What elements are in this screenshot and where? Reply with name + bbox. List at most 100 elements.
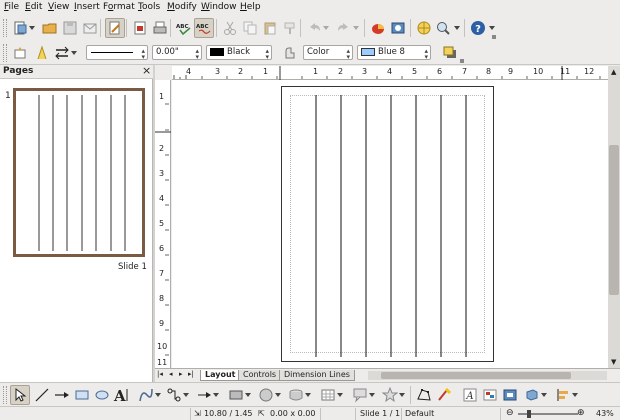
styles-icon[interactable] — [10, 43, 30, 63]
paste-icon[interactable] — [260, 18, 280, 38]
select-arrow-icon[interactable] — [10, 385, 30, 405]
rectangles-tool-icon[interactable] — [226, 385, 246, 405]
horizontal-ruler[interactable]: 4 3 2 1 1 2 3 4 5 6 7 8 9 10 11 12 — [172, 66, 608, 80]
line-style-select[interactable]: ▴ ▾ — [86, 45, 148, 61]
callouts-icon[interactable] — [350, 385, 370, 405]
tab-first-icon[interactable]: |◂ — [157, 370, 163, 378]
tab-last-icon[interactable]: ▸| — [188, 370, 194, 378]
tab-prev-icon[interactable]: ◂ — [169, 370, 173, 378]
horizontal-scrollbar[interactable] — [368, 371, 607, 380]
menu-view[interactable]: View — [48, 2, 69, 12]
tab-dimension-lines[interactable]: Dimension Lines — [279, 370, 355, 381]
tab-next-icon[interactable]: ▸ — [179, 370, 183, 378]
vertical-scrollbar-thumb[interactable] — [609, 145, 619, 295]
save-icon[interactable] — [60, 18, 80, 38]
scroll-down-icon[interactable]: ▼ — [611, 358, 616, 366]
vertical-ruler[interactable]: 1 2 3 4 5 6 7 8 9 10 11 — [155, 80, 171, 368]
ellipse-tool-icon[interactable] — [92, 385, 112, 405]
autospellcheck-icon[interactable]: ABC — [194, 18, 214, 38]
insert-object-icon[interactable] — [500, 385, 520, 405]
table-icon[interactable] — [318, 385, 338, 405]
insert-image-icon[interactable] — [480, 385, 500, 405]
gallery-icon[interactable] — [388, 18, 408, 38]
shadow-icon[interactable] — [440, 43, 460, 63]
toolbar-grip-3[interactable] — [3, 386, 7, 404]
horizontal-scrollbar-thumb[interactable] — [381, 372, 571, 379]
stars-dropdown-icon[interactable] — [398, 385, 406, 405]
menu-help[interactable]: Help — [240, 2, 261, 12]
area-icon[interactable] — [280, 43, 300, 63]
tab-controls[interactable]: Controls — [238, 370, 282, 381]
redo-dropdown-icon[interactable] — [352, 18, 360, 38]
3d-objects-icon[interactable] — [286, 385, 306, 405]
area-style-select[interactable]: Color ▴ ▾ — [303, 45, 353, 61]
align-dropdown-icon[interactable] — [571, 385, 579, 405]
text-tool-icon[interactable]: A — [112, 385, 132, 405]
slide-page[interactable] — [281, 86, 494, 362]
arrow-style-icon[interactable] — [52, 43, 72, 63]
menu-file[interactable]: File — [4, 2, 19, 12]
fontwork-icon[interactable]: A — [460, 385, 480, 405]
navigator-icon[interactable] — [414, 18, 434, 38]
menu-insert[interactable]: Insert — [74, 2, 100, 12]
extrusion-icon[interactable] — [522, 385, 542, 405]
new-document-icon[interactable] — [10, 18, 30, 38]
undo-icon[interactable] — [304, 18, 324, 38]
scroll-up-icon[interactable]: ▲ — [611, 68, 616, 76]
undo-dropdown-icon[interactable] — [322, 18, 330, 38]
3d-objects-dropdown-icon[interactable] — [304, 385, 312, 405]
table-dropdown-icon[interactable] — [336, 385, 344, 405]
slide-thumbnail[interactable] — [13, 88, 145, 257]
slide-canvas[interactable] — [172, 80, 608, 368]
redo-icon[interactable] — [334, 18, 354, 38]
line-arrow-tool-icon[interactable] — [52, 385, 72, 405]
arrow-style-dropdown-icon[interactable] — [70, 43, 78, 63]
zoom-in-icon[interactable]: ⊕ — [577, 408, 585, 418]
chart-icon[interactable] — [368, 18, 388, 38]
open-folder-icon[interactable] — [40, 18, 60, 38]
stars-icon[interactable] — [380, 385, 400, 405]
copy-icon[interactable] — [240, 18, 260, 38]
clone-formatting-icon[interactable] — [280, 18, 300, 38]
edit-file-icon[interactable] — [105, 18, 125, 38]
line-color-select[interactable]: Black ▴ ▾ — [206, 45, 272, 61]
tab-layout[interactable]: Layout — [200, 370, 241, 381]
status-layout[interactable]: Default — [405, 409, 434, 418]
connector-tool-icon[interactable] — [164, 385, 184, 405]
email-icon[interactable] — [80, 18, 100, 38]
zoom-out-icon[interactable]: ⊖ — [506, 408, 514, 418]
extrusion-dropdown-icon[interactable] — [540, 385, 548, 405]
toolbar-grip-2[interactable] — [3, 44, 7, 62]
cut-icon[interactable] — [220, 18, 240, 38]
area-color-select[interactable]: Blue 8 ▴ ▾ — [357, 45, 431, 61]
menu-format[interactable]: Format — [103, 2, 135, 12]
menu-tools[interactable]: Tools — [138, 2, 160, 12]
zoom-icon[interactable] — [433, 18, 453, 38]
connector-dropdown-icon[interactable] — [182, 385, 190, 405]
menu-modify[interactable]: Modify — [167, 2, 197, 12]
rectangles-dropdown-icon[interactable] — [244, 385, 252, 405]
circles-tool-icon[interactable] — [256, 385, 276, 405]
help-icon[interactable]: ? — [468, 18, 488, 38]
pages-panel-close-icon[interactable]: × — [142, 64, 151, 77]
zoom-slider-handle[interactable] — [527, 410, 531, 418]
line-tool-icon[interactable] — [32, 385, 52, 405]
menu-window[interactable]: Window — [201, 2, 237, 12]
export-pdf-icon[interactable] — [130, 18, 150, 38]
zoom-dropdown-icon[interactable] — [453, 18, 461, 38]
lines-arrows-dropdown-icon[interactable] — [212, 385, 220, 405]
callouts-dropdown-icon[interactable] — [368, 385, 376, 405]
lines-arrows-icon[interactable] — [194, 385, 214, 405]
menu-edit[interactable]: Edit — [25, 2, 42, 12]
toolbar-grip[interactable] — [3, 19, 7, 37]
vertical-scrollbar[interactable]: ▲ ▼ — [608, 66, 620, 368]
rectangle-tool-icon[interactable] — [72, 385, 92, 405]
glue-points-icon[interactable] — [434, 385, 454, 405]
line-width-field[interactable]: 0.00" ▴ ▾ — [152, 45, 202, 61]
curve-tool-icon[interactable] — [136, 385, 156, 405]
align-icon[interactable] — [553, 385, 573, 405]
points-icon[interactable] — [414, 385, 434, 405]
spellcheck-icon[interactable]: ABC — [174, 18, 194, 38]
new-dropdown-icon[interactable] — [28, 18, 36, 38]
line-icon[interactable] — [32, 43, 52, 63]
